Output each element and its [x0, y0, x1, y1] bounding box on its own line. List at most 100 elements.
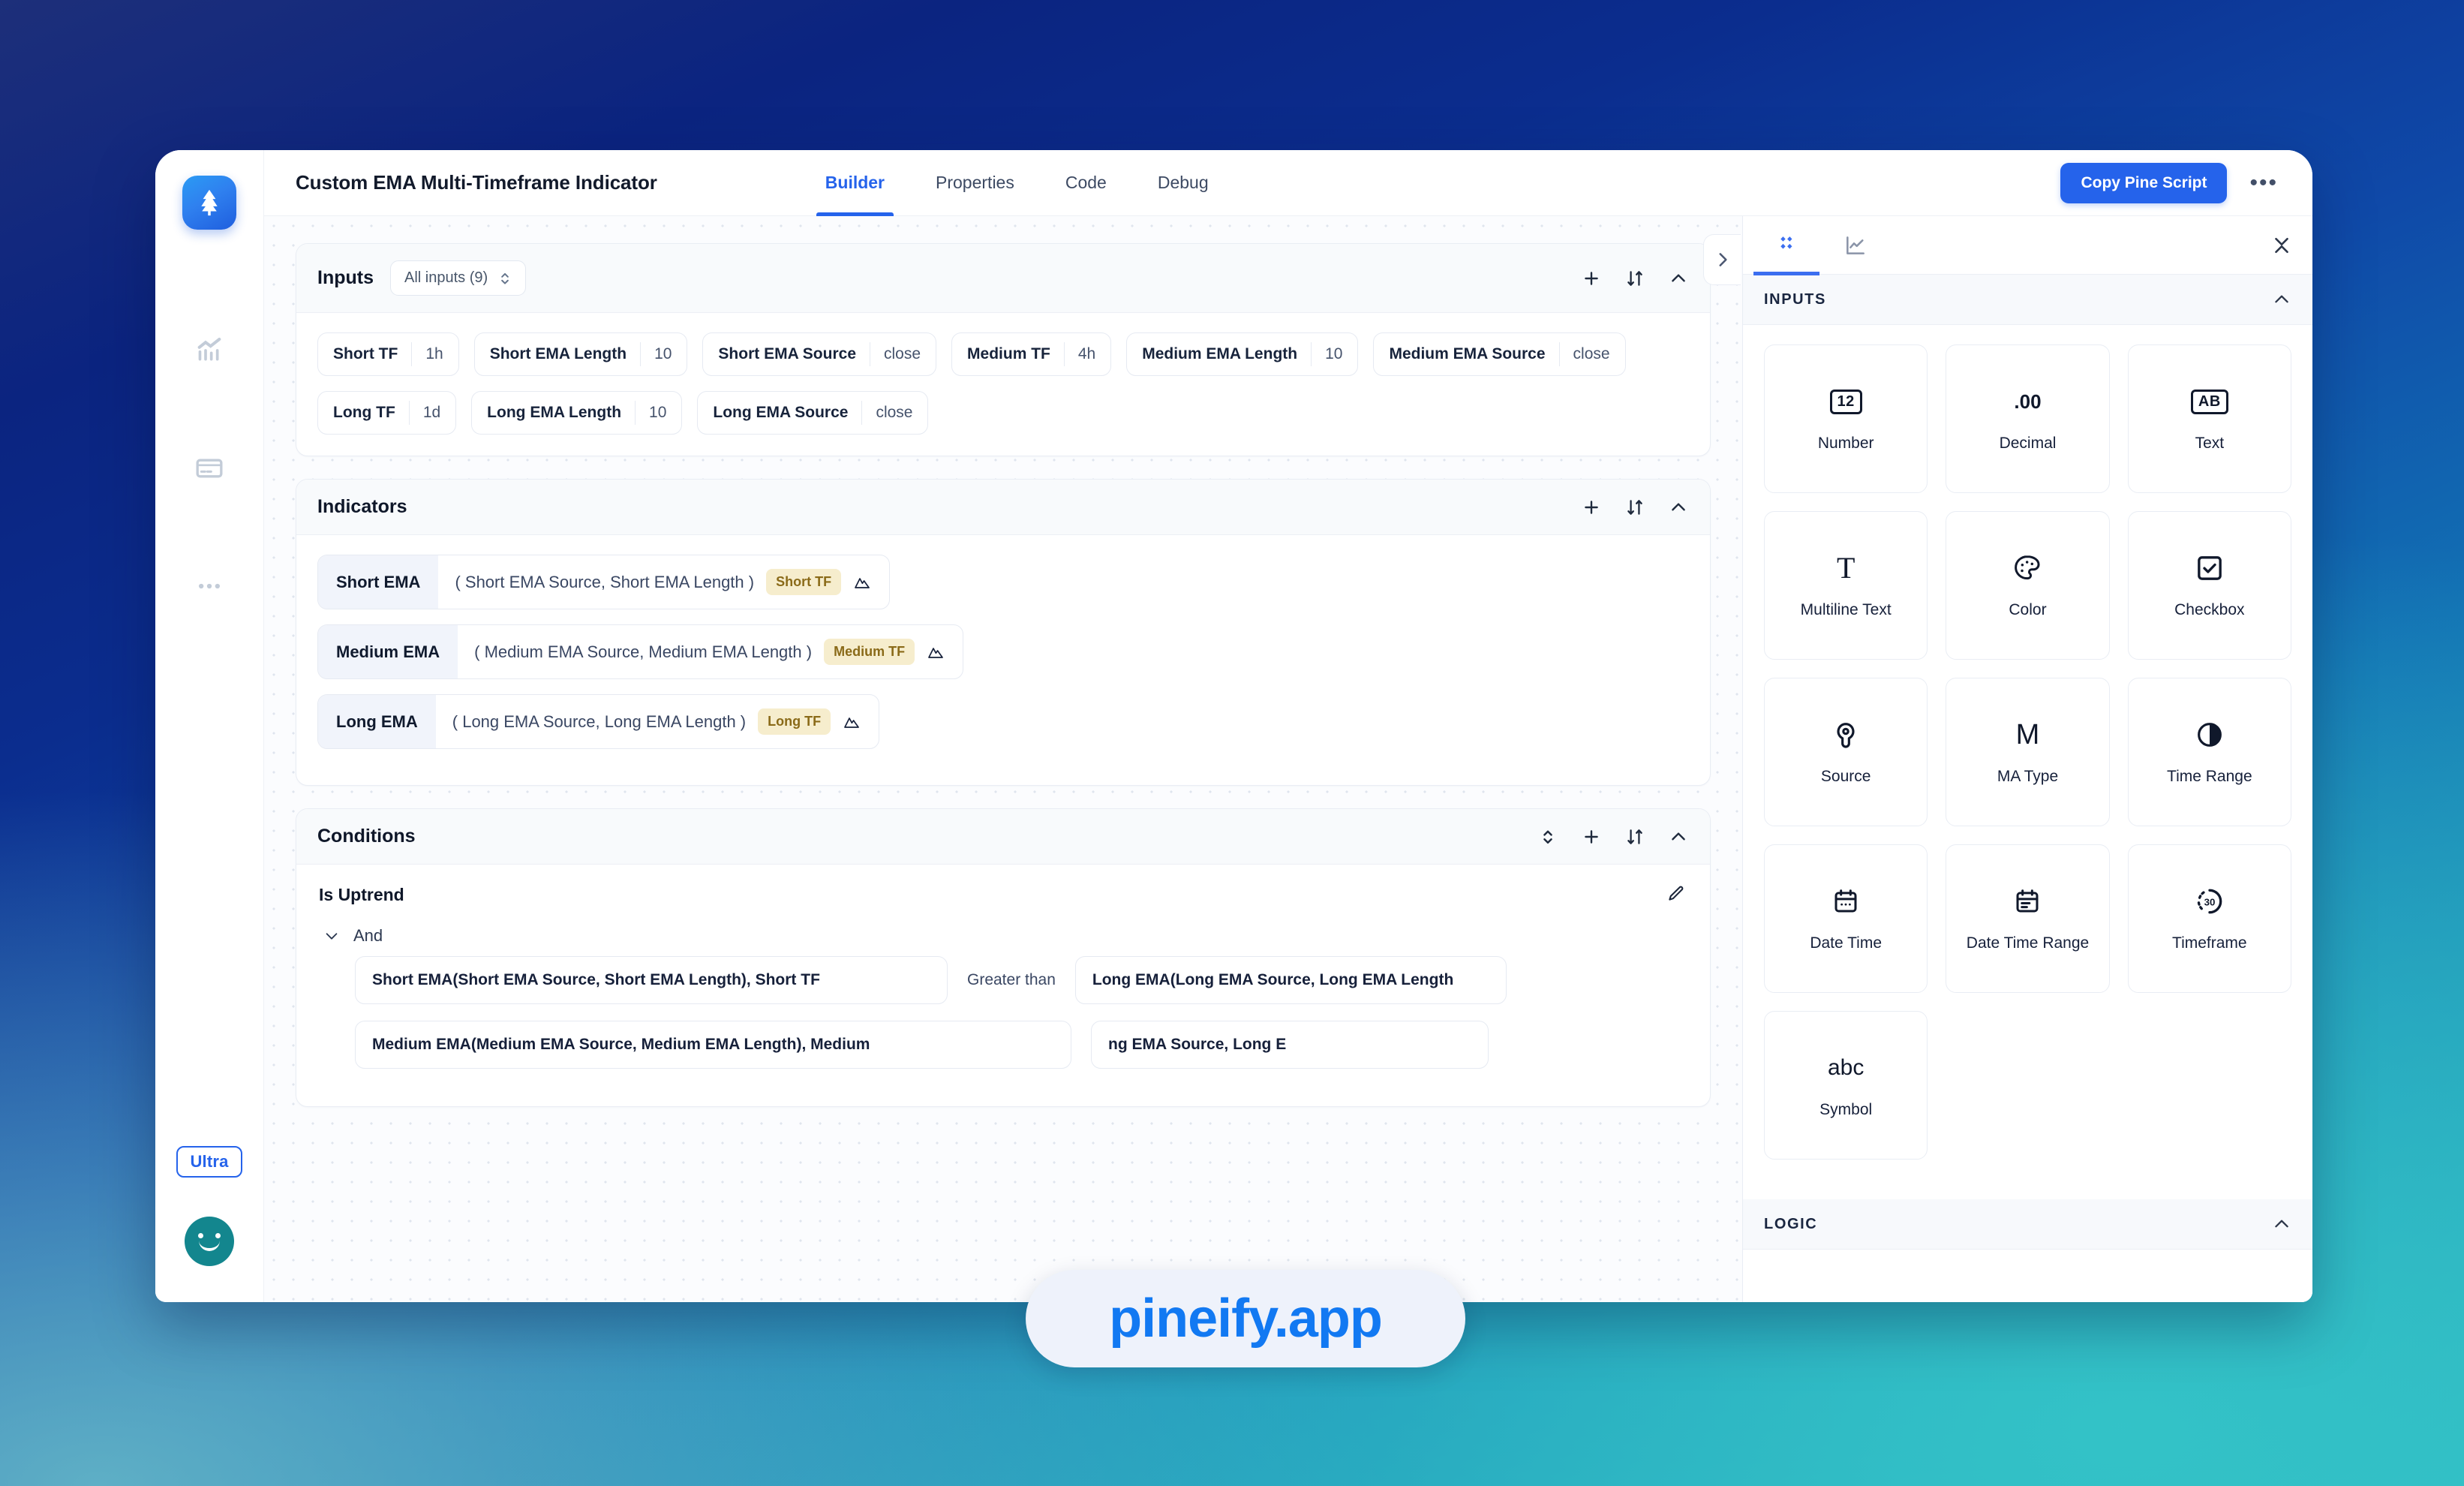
- chevron-down-icon[interactable]: [323, 928, 340, 944]
- comparison-left-operand[interactable]: Medium EMA(Medium EMA Source, Medium EMA…: [355, 1021, 1071, 1069]
- palette-card-decimal[interactable]: .00 Decimal: [1946, 344, 2110, 493]
- color-palette-icon: [2012, 551, 2043, 585]
- avatar-smile: [199, 1241, 220, 1251]
- chip-key: Long EMA Source: [713, 404, 849, 421]
- indicator-item[interactable]: Short EMA ( Short EMA Source, Short EMA …: [317, 555, 891, 609]
- decimal-glyph: .00: [2014, 390, 2042, 413]
- rail-footer: Ultra: [155, 1146, 263, 1266]
- palette-card-text[interactable]: AB Text: [2127, 344, 2291, 493]
- tab-properties[interactable]: Properties: [910, 150, 1040, 216]
- sort-icon[interactable]: [1624, 497, 1645, 518]
- indicator-row: Long EMA ( Long EMA Source, Long EMA Len…: [317, 694, 1689, 749]
- palette-card-symbol[interactable]: abc Symbol: [1764, 1011, 1928, 1160]
- palette-card-time-range[interactable]: Time Range: [2127, 678, 2291, 826]
- input-chip[interactable]: Long TF 1d: [317, 391, 457, 435]
- indicator-args: ( Long EMA Source, Long EMA Length ): [452, 711, 747, 731]
- comparison-operator[interactable]: Greater than: [967, 971, 1056, 989]
- left-rail: Ultra: [155, 150, 264, 1302]
- input-chip[interactable]: Medium EMA Length 10: [1126, 332, 1359, 376]
- tab-blocks[interactable]: [1753, 216, 1819, 275]
- section-header-inputs[interactable]: INPUTS: [1743, 275, 2312, 325]
- symbol-glyph: abc: [1827, 1055, 1865, 1081]
- right-panel-toggle[interactable]: [1703, 234, 1741, 285]
- palette-card-date-time-range[interactable]: Date Time Range: [1946, 844, 2110, 993]
- chip-value: 10: [649, 404, 667, 421]
- inputs-filter-select[interactable]: All inputs (9): [390, 260, 527, 296]
- palette-card-ma-type[interactable]: M MA Type: [1946, 678, 2110, 826]
- pencil-icon[interactable]: [1666, 884, 1687, 905]
- add-icon[interactable]: [1581, 826, 1602, 847]
- input-chip[interactable]: Short EMA Length 10: [473, 332, 688, 376]
- line-chart-icon: [1846, 236, 1865, 254]
- tab-code[interactable]: Code: [1040, 150, 1132, 216]
- pine-tree-logo-icon: [201, 189, 218, 216]
- tab-chart[interactable]: [1831, 216, 1880, 275]
- expand-collapse-icon[interactable]: [1537, 826, 1558, 847]
- plan-badge-ultra[interactable]: Ultra: [176, 1146, 242, 1178]
- palette-card-number[interactable]: 12 Number: [1764, 344, 1928, 493]
- sidebar-item-more[interactable]: [186, 563, 233, 609]
- palette-card-label: Date Time: [1810, 934, 1883, 952]
- palette-card-label: Symbol: [1819, 1101, 1873, 1119]
- palette-card-label: MA Type: [1997, 768, 2059, 786]
- mountain-icon: [853, 573, 873, 592]
- palette-card-source[interactable]: Source: [1764, 678, 1928, 826]
- indicator-name: Short EMA: [318, 555, 439, 609]
- input-chip[interactable]: Long EMA Source close: [697, 391, 929, 435]
- condition-operator-row: And: [323, 926, 1689, 946]
- multiline-glyph: T: [1836, 551, 1856, 585]
- palette-card-label: Number: [1817, 435, 1874, 453]
- indicator-timeframe-tag: Medium TF: [824, 639, 915, 665]
- chip-key: Medium TF: [967, 345, 1050, 362]
- timeframe-30-icon: 30: [2194, 884, 2225, 919]
- indicator-name: Long EMA: [318, 695, 436, 748]
- sidebar-item-billing[interactable]: [186, 445, 233, 492]
- collapse-all-icon[interactable]: [2270, 234, 2293, 257]
- avatar[interactable]: [185, 1217, 234, 1266]
- chip-key: Short EMA Length: [489, 345, 627, 362]
- add-icon[interactable]: [1581, 497, 1602, 518]
- palette-card-checkbox[interactable]: Checkbox: [2127, 511, 2291, 660]
- palette-card-timeframe[interactable]: 30 Timeframe: [2127, 844, 2291, 993]
- calendar-range-icon: [2013, 884, 2042, 919]
- input-chip[interactable]: Medium EMA Source close: [1373, 332, 1626, 376]
- sort-icon[interactable]: [1624, 826, 1645, 847]
- chevron-updown-icon: [501, 272, 509, 284]
- input-chip[interactable]: Long EMA Length 10: [471, 391, 683, 435]
- tab-builder[interactable]: Builder: [800, 150, 910, 216]
- collapse-icon[interactable]: [1668, 826, 1689, 847]
- input-chip[interactable]: Medium TF 4h: [951, 332, 1112, 376]
- topbar-tabs: Builder Properties Code Debug: [800, 150, 1234, 216]
- inputs-panel: Inputs All inputs (9) Short TF 1h Short …: [296, 243, 1711, 456]
- palette-card-label: Date Time Range: [1966, 934, 2090, 952]
- builder-canvas: Inputs All inputs (9) Short TF 1h Short …: [264, 216, 1742, 1302]
- sidebar-item-charts[interactable]: [186, 327, 233, 374]
- chevron-up-icon[interactable]: [2272, 290, 2291, 309]
- condition-group-header: Is Uptrend: [317, 884, 1689, 910]
- indicator-item[interactable]: Medium EMA ( Medium EMA Source, Medium E…: [317, 624, 964, 679]
- palette-card-color[interactable]: Color: [1946, 511, 2110, 660]
- sort-icon[interactable]: [1624, 268, 1645, 289]
- comparison-right-operand[interactable]: Long EMA(Long EMA Source, Long EMA Lengt…: [1074, 956, 1507, 1004]
- add-icon[interactable]: [1581, 268, 1602, 289]
- app-logo[interactable]: [182, 176, 236, 230]
- conditions-panel-header: Conditions: [296, 809, 1710, 865]
- input-chip[interactable]: Short EMA Source close: [702, 332, 937, 376]
- palette-card-label: Checkbox: [2174, 601, 2245, 619]
- more-horizontal-icon[interactable]: •••: [2243, 171, 2284, 194]
- collapse-icon[interactable]: [1668, 497, 1689, 518]
- comparison-left-operand[interactable]: Short EMA(Short EMA Source, Short EMA Le…: [355, 956, 948, 1004]
- input-chip[interactable]: Short TF 1h: [317, 332, 459, 376]
- tab-debug[interactable]: Debug: [1132, 150, 1234, 216]
- palette-card-multiline-text[interactable]: T Multiline Text: [1764, 511, 1928, 660]
- chevron-right-icon: [1719, 253, 1727, 266]
- indicator-item[interactable]: Long EMA ( Long EMA Source, Long EMA Len…: [317, 694, 880, 749]
- copy-pine-script-button[interactable]: Copy Pine Script: [2060, 162, 2228, 203]
- comparison-right-operand[interactable]: ng EMA Source, Long E: [1091, 1021, 1489, 1069]
- section-header-logic[interactable]: LOGIC: [1743, 1199, 2312, 1250]
- chevron-up-icon[interactable]: [2272, 1214, 2291, 1234]
- conditions-panel: Conditions Is Uptrend And Short EMA(Shor…: [296, 808, 1711, 1107]
- collapse-icon[interactable]: [1668, 268, 1689, 289]
- palette-card-date-time[interactable]: Date Time: [1764, 844, 1928, 993]
- palette-card-label: Color: [2009, 601, 2047, 619]
